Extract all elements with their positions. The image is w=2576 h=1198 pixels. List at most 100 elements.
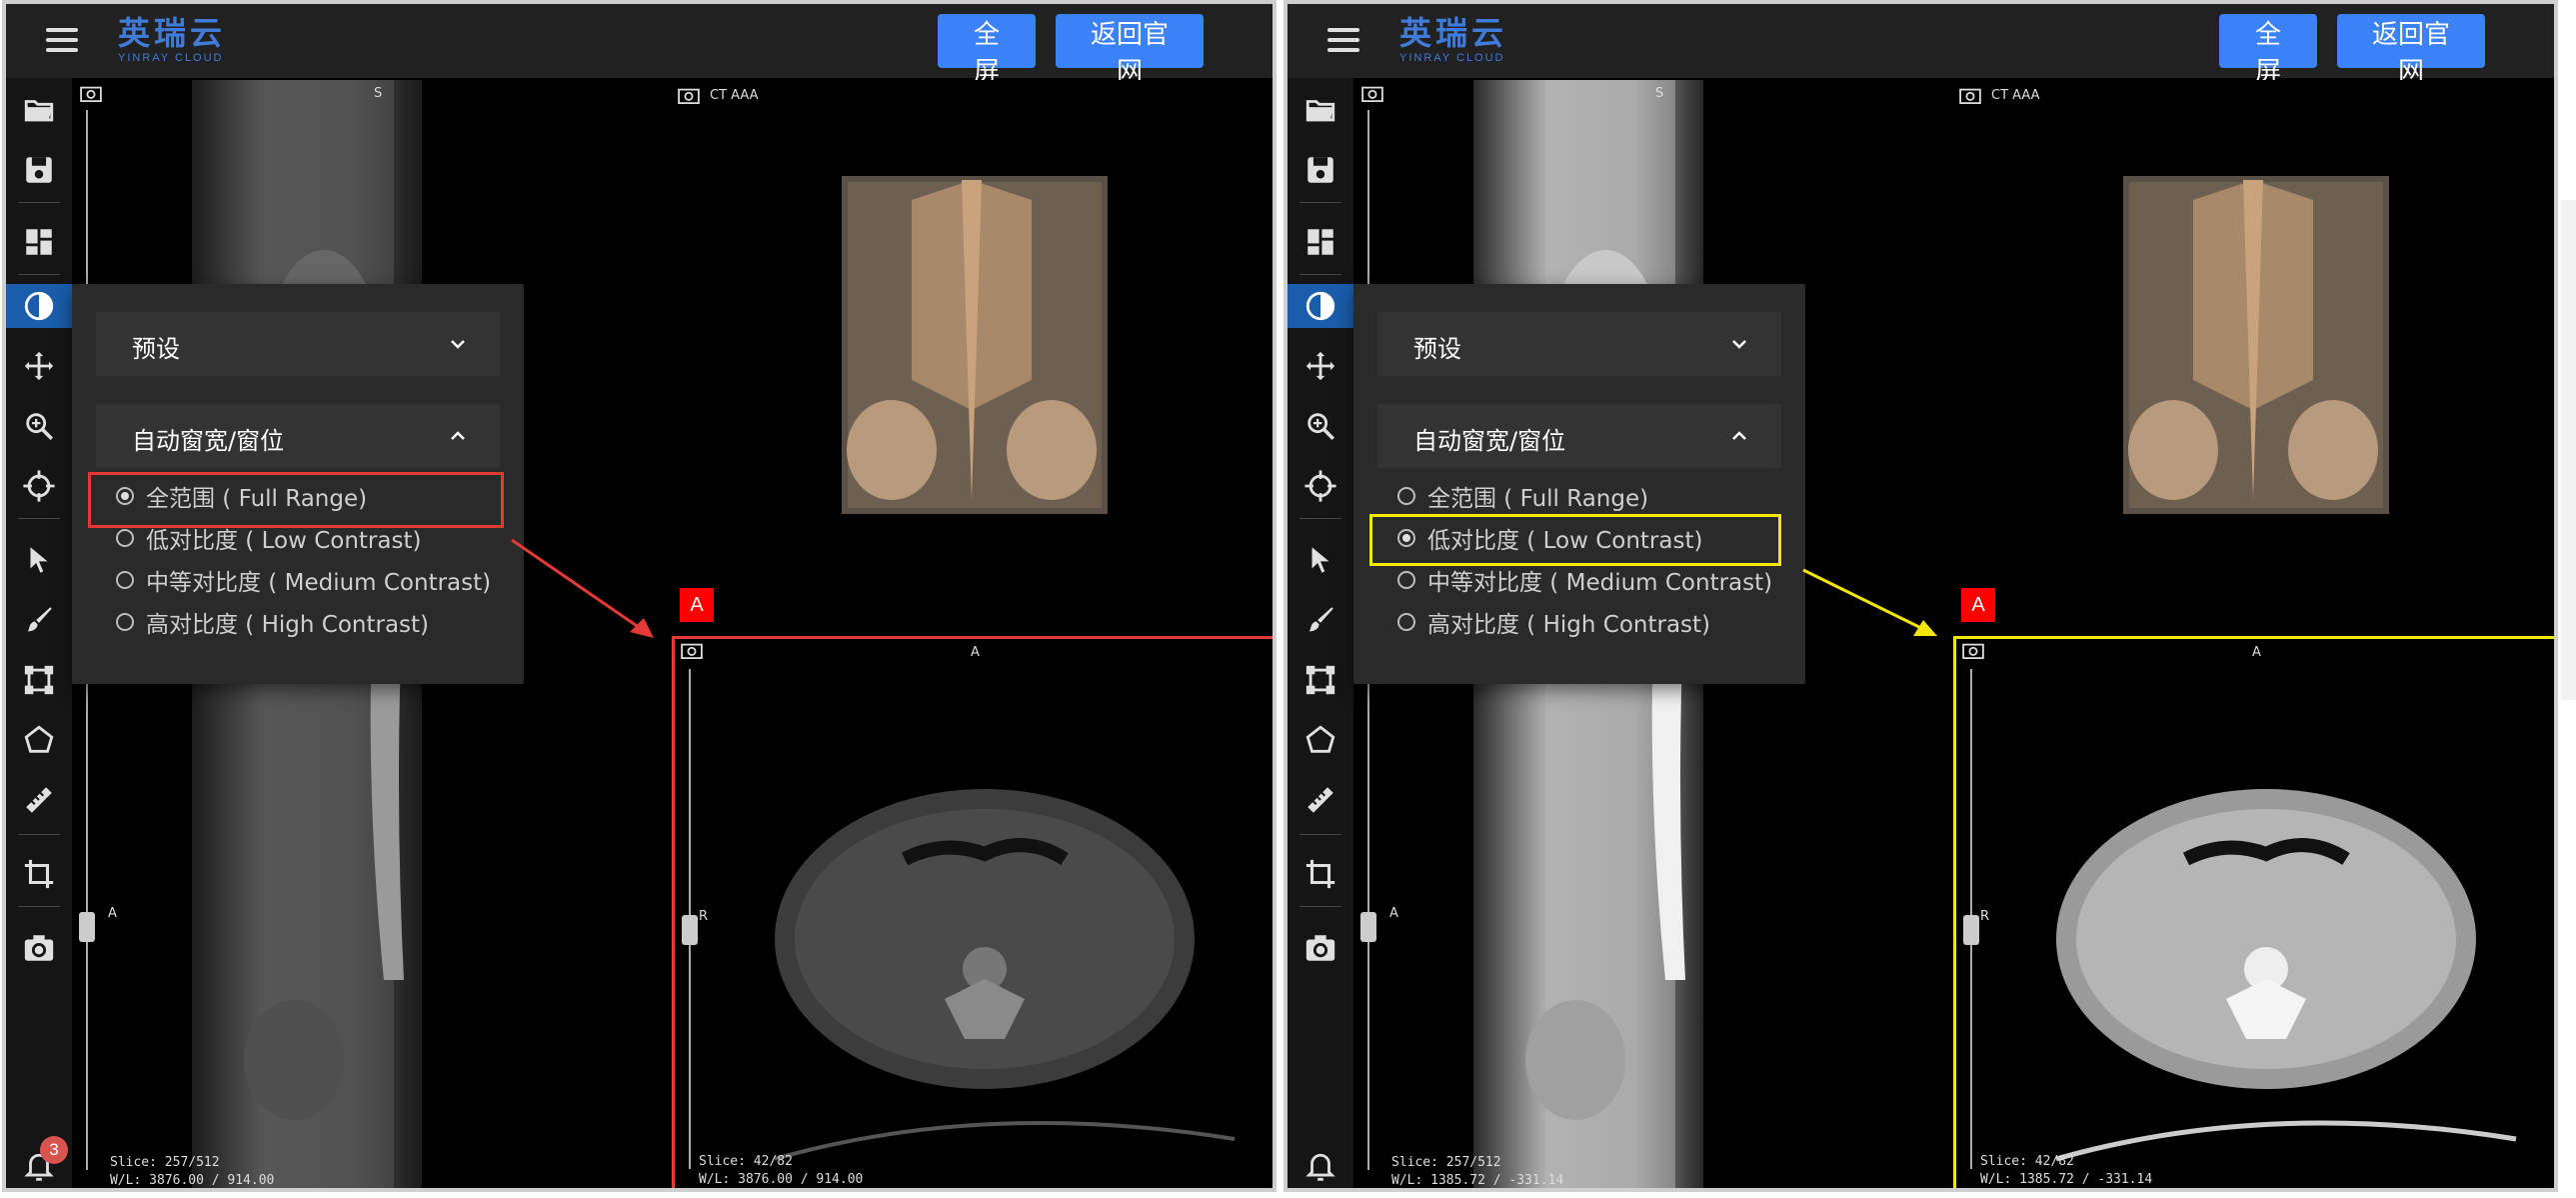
selection-highlight [88, 472, 504, 528]
notification-bell-icon[interactable] [1297, 1146, 1343, 1188]
top-bar: 英瑞云 YINRAY CLOUD 全屏 返回官网 [1288, 4, 2554, 87]
orientation-side: R [1980, 909, 1990, 924]
crosshair-icon[interactable] [16, 464, 62, 508]
zoom-icon[interactable] [1297, 404, 1343, 448]
pan-move-icon[interactable] [16, 344, 62, 388]
zoom-icon[interactable] [16, 404, 62, 448]
chevron-down-icon [1732, 340, 1746, 349]
auto-wl-title: 自动窗宽/窗位 [132, 427, 285, 455]
window-level-icon[interactable] [6, 284, 72, 328]
radio-icon [1397, 571, 1415, 589]
camera-icon[interactable] [1361, 84, 1383, 102]
orientation-top: S [374, 86, 383, 101]
logo: 英瑞云 YINRAY CLOUD [118, 16, 226, 64]
background-window-edge [2561, 200, 2576, 700]
option-high-contrast[interactable]: 高对比度 ( High Contrast) [1397, 604, 1710, 640]
tool-sidebar: 3 [6, 78, 72, 1188]
option-high-contrast[interactable]: 高对比度 ( High Contrast) [116, 604, 429, 640]
slice-slider-thumb[interactable] [1963, 915, 1979, 945]
crop-icon[interactable] [1297, 852, 1343, 896]
bounding-box-icon[interactable] [1297, 658, 1343, 702]
menu-icon[interactable] [46, 28, 78, 52]
open-folder-icon[interactable] [1297, 88, 1343, 132]
orientation-top: A [2252, 645, 2261, 660]
crosshair-icon[interactable] [1297, 464, 1343, 508]
window-level-info: W/L: 1385.72 / -331.14 [1980, 1172, 2153, 1187]
screenshot-icon[interactable] [16, 926, 62, 970]
radio-icon [116, 571, 134, 589]
selection-highlight [1369, 514, 1781, 566]
layout-icon[interactable] [16, 220, 62, 264]
ruler-icon[interactable] [1297, 778, 1343, 822]
brush-icon[interactable] [1297, 598, 1343, 642]
window-level-info: W/L: 1385.72 / -331.14 [1391, 1173, 1564, 1188]
window-level-info: W/L: 3876.00 / 914.00 [699, 1172, 864, 1187]
option-medium-contrast[interactable]: 中等对比度 ( Medium Contrast) [116, 562, 491, 598]
axial-viewport[interactable]: A R Slice: 42/82 W/L: 3876.00 / 914.00 [672, 636, 1273, 1188]
slice-info: Slice: 42/82 [699, 1154, 793, 1169]
series-label: CT AAA [710, 88, 759, 103]
logo-text: 英瑞云 [118, 14, 227, 52]
orientation-top: A [971, 645, 980, 660]
pointer-icon[interactable] [16, 538, 62, 582]
window-level-icon[interactable] [1288, 284, 1353, 328]
orientation-side: A [1389, 906, 1398, 921]
polygon-icon[interactable] [1297, 718, 1343, 762]
pan-move-icon[interactable] [1297, 344, 1343, 388]
volume-render-viewport[interactable]: CT AAA A [672, 80, 1273, 632]
layout-icon[interactable] [1297, 220, 1343, 264]
back-to-site-button[interactable]: 返回官网 [1056, 14, 1204, 87]
camera-icon[interactable] [1962, 641, 1984, 659]
camera-icon[interactable] [80, 84, 102, 102]
chevron-up-icon [451, 431, 465, 440]
slice-slider-thumb[interactable] [79, 912, 95, 942]
logo: 英瑞云 YINRAY CLOUD [1399, 16, 1507, 64]
volume-render-viewport[interactable]: CT AAA A [1953, 80, 2554, 632]
fullscreen-button[interactable]: 全屏 [938, 14, 1036, 87]
camera-icon[interactable] [1959, 86, 1981, 104]
slice-slider-thumb[interactable] [1360, 912, 1376, 942]
window-level-dropdown: 预设 自动窗宽/窗位 全范围 ( Full Range) 低对比度 ( Low … [72, 284, 524, 684]
open-folder-icon[interactable] [16, 88, 62, 132]
window-level-dropdown: 预设 自动窗宽/窗位 全范围 ( Full Range) 低对比度 ( Low … [1353, 284, 1805, 684]
menu-icon[interactable] [1327, 28, 1359, 52]
save-icon[interactable] [16, 148, 62, 192]
auto-wl-accordion[interactable]: 自动窗宽/窗位 [1377, 404, 1781, 468]
axial-viewport[interactable]: A R Slice: 42/82 W/L: 1385.72 / -331.14 [1953, 636, 2554, 1188]
top-bar: 英瑞云 YINRAY CLOUD 全屏 返回官网 [6, 4, 1273, 87]
annotation-arrow [1802, 568, 1937, 636]
series-label: CT AAA [1991, 88, 2040, 103]
orientation-side: A [108, 906, 117, 921]
chevron-down-icon [451, 340, 465, 349]
tool-sidebar [1288, 78, 1353, 1188]
screenshot-icon[interactable] [1297, 926, 1343, 970]
polygon-icon[interactable] [16, 718, 62, 762]
annotation-arrow [511, 538, 654, 638]
logo-subtext: YINRAY CLOUD [1399, 52, 1505, 64]
slice-slider-thumb[interactable] [682, 915, 698, 945]
bounding-box-icon[interactable] [16, 658, 62, 702]
brush-icon[interactable] [16, 598, 62, 642]
radio-icon [1397, 613, 1415, 631]
auto-wl-accordion[interactable]: 自动窗宽/窗位 [96, 404, 500, 468]
slice-info: Slice: 257/512 [1391, 1155, 1501, 1170]
orientation-top: S [1655, 86, 1664, 101]
camera-icon[interactable] [681, 641, 703, 659]
option-medium-contrast[interactable]: 中等对比度 ( Medium Contrast) [1397, 562, 1772, 598]
preset-accordion[interactable]: 预设 [1377, 312, 1781, 376]
camera-icon[interactable] [678, 86, 700, 104]
back-to-site-button[interactable]: 返回官网 [2337, 14, 2485, 87]
preset-accordion[interactable]: 预设 [96, 312, 500, 376]
chevron-up-icon [1732, 431, 1746, 440]
crop-icon[interactable] [16, 852, 62, 896]
slice-info: Slice: 257/512 [110, 1155, 220, 1170]
option-full-range[interactable]: 全范围 ( Full Range) [1397, 478, 1648, 514]
orientation-badge[interactable]: A [1961, 588, 1995, 622]
fullscreen-button[interactable]: 全屏 [2219, 14, 2317, 87]
orientation-badge[interactable]: A [680, 588, 714, 622]
ruler-icon[interactable] [16, 778, 62, 822]
pointer-icon[interactable] [1297, 538, 1343, 582]
save-icon[interactable] [1297, 148, 1343, 192]
orientation-side: R [699, 909, 709, 924]
viewer-panel-left: 英瑞云 YINRAY CLOUD 全屏 返回官网 3 S A Slice: 25… [2, 0, 1277, 1192]
